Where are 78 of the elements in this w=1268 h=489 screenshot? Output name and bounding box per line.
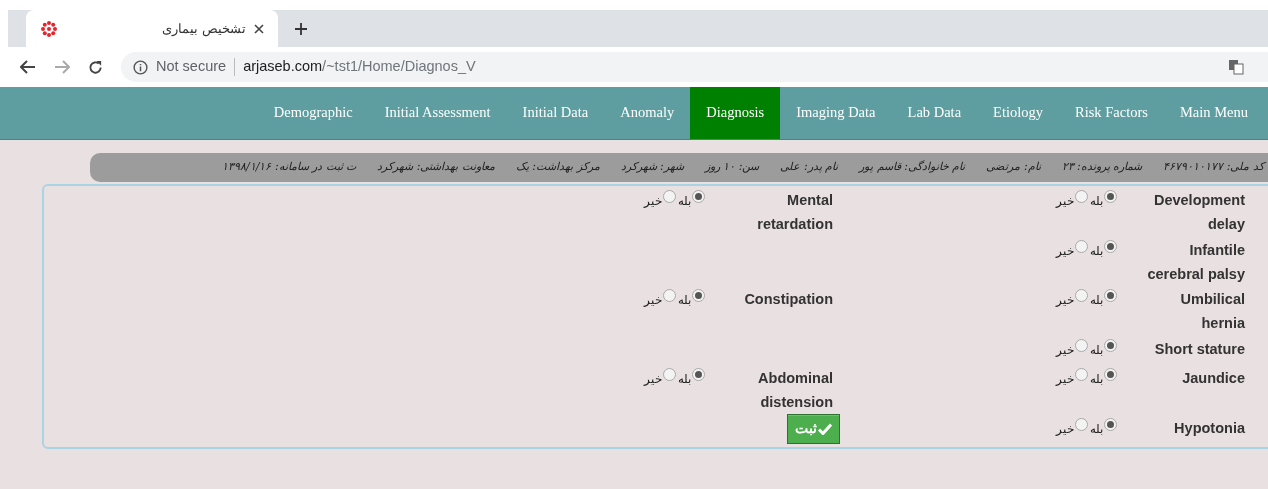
question-label: Abdominal distension [758, 370, 833, 411]
radio-label: خیر [1056, 195, 1074, 207]
patient-info-text: نام: مرتضی [986, 159, 1041, 176]
nav-tab[interactable]: Imaging Data [780, 87, 892, 139]
new-tab-icon[interactable] [295, 23, 307, 35]
radio-label: بله [1090, 344, 1103, 357]
radio-label: خیر [1056, 422, 1074, 435]
question-label: Hypotonia [1174, 419, 1245, 436]
radio-label: خیر [644, 294, 662, 307]
back-icon[interactable] [20, 60, 36, 74]
nav-tab[interactable]: Lab Data [891, 87, 978, 139]
radio-label: بله [678, 195, 691, 207]
question-label: Mental retardation [757, 192, 833, 232]
radio-label: خیر [1056, 344, 1074, 357]
radio-button[interactable] [1104, 239, 1117, 253]
radio-button[interactable] [1104, 368, 1117, 382]
radio-label: بله [1090, 195, 1103, 207]
url-text: arjaseb.com/~tst1/Home/Diagnos_V [243, 57, 476, 77]
radio-button[interactable] [1104, 190, 1117, 203]
radio-button[interactable] [1104, 417, 1117, 431]
radio-label: بله [1090, 294, 1103, 307]
reload-icon[interactable] [88, 59, 103, 75]
patient-info-text: ت ثبت در سامانه: ۱۳۹۸/۱/۱۶ [222, 159, 357, 176]
security-label: Not secure [156, 57, 227, 77]
radio-label: بله [678, 373, 691, 386]
question-label: Development delay [1153, 192, 1245, 232]
radio-label: خیر [1056, 244, 1074, 257]
radio-button[interactable] [1104, 339, 1117, 353]
radio-button[interactable] [1075, 417, 1088, 431]
tab-title: تشخیص بیماری [162, 19, 246, 39]
patient-info-text: شماره پرونده: ۲۳ [1061, 159, 1143, 176]
radio-label: بله [1090, 422, 1103, 435]
radio-button[interactable] [692, 368, 705, 382]
radio-button[interactable] [692, 190, 705, 203]
submit-button[interactable]: ثبت [787, 413, 840, 444]
nav-tab[interactable]: Etiology [977, 87, 1060, 139]
radio-button[interactable] [1075, 339, 1088, 353]
nav-tab[interactable]: Anomaly [604, 87, 691, 139]
radio-label: بله [1090, 373, 1103, 386]
radio-label: بله [1090, 244, 1103, 257]
radio-button[interactable] [1075, 289, 1088, 303]
patient-info-text: شهر: شهرکرد [620, 159, 684, 176]
patient-info-text: مرکز بهداشت: یک [515, 159, 600, 176]
close-icon[interactable] [254, 23, 264, 34]
question-label: Jaundice [1182, 370, 1245, 387]
radio-label: خیر [1056, 373, 1074, 386]
radio-button[interactable] [1075, 368, 1088, 382]
radio-button[interactable] [1075, 239, 1088, 253]
nav-tab[interactable]: Initial Assessment [368, 87, 507, 139]
nav-tab[interactable]: Risk Factors [1059, 87, 1164, 139]
question-label: Short stature [1154, 341, 1245, 358]
radio-label: بله [678, 294, 691, 307]
radio-label: خیر [644, 195, 662, 207]
dots-logo-icon [40, 19, 58, 38]
radio-label: خیر [1056, 294, 1074, 307]
radio-button[interactable] [663, 289, 676, 303]
nav-tab[interactable]: Initial Data [506, 87, 605, 139]
question-label: Infantile cerebral palsy [1147, 241, 1245, 282]
question-label: Constipation [744, 291, 833, 308]
radio-label: خیر [644, 373, 662, 386]
nav-tab[interactable]: Main Menu [1163, 87, 1264, 139]
info-icon [133, 59, 148, 75]
patient-info-text: کد ملی: ۴۶۷۹۰۱۰۱۷۷ [1163, 159, 1264, 176]
radio-button[interactable] [663, 368, 676, 382]
nav-tab[interactable]: Demographic [257, 87, 369, 139]
radio-button[interactable] [663, 190, 676, 203]
patient-info-text: معاونت بهداشتی: شهرکرد [377, 159, 495, 176]
nav-tab[interactable]: Diagnosis [690, 87, 781, 139]
checkmark-icon [818, 422, 832, 435]
patient-info-text: سن: ۱۰ روز [704, 159, 760, 176]
radio-button[interactable] [1075, 190, 1088, 203]
radio-button[interactable] [1104, 289, 1117, 303]
browser-tab[interactable]: تشخیص بیماری [26, 10, 278, 47]
patient-info-text: نام خانوادگی: قاسم پور [859, 159, 966, 176]
radio-button[interactable] [692, 289, 705, 303]
question-label: Umbilical hernia [1180, 291, 1245, 332]
address-bar[interactable]: Not secure arjaseb.com/~tst1/Home/Diagnos_V [121, 52, 1268, 82]
patient-info-text: نام پدر: علی [780, 159, 839, 176]
